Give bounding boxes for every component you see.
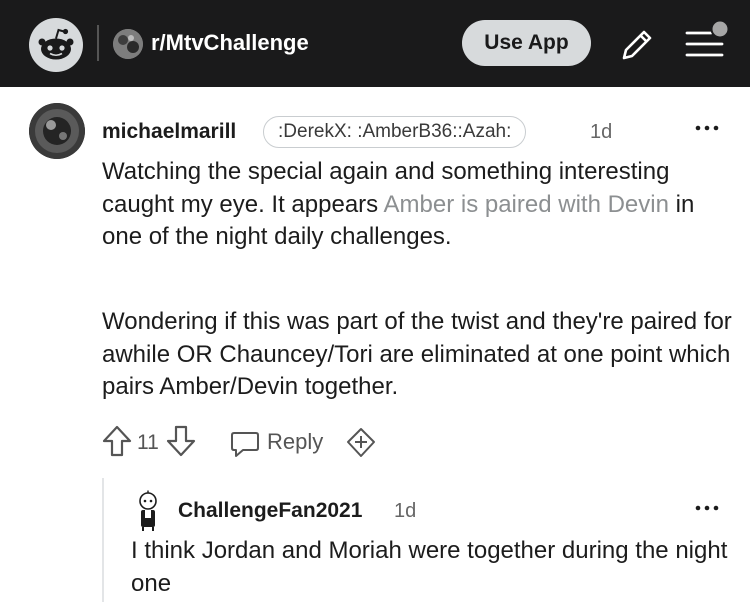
menu-icon[interactable] <box>678 18 734 66</box>
comment-timestamp: 1d <box>590 121 613 143</box>
reply-button[interactable]: Reply <box>267 428 323 456</box>
vote-score: 11 <box>137 431 159 454</box>
downvote-icon[interactable] <box>164 423 198 459</box>
comment-username[interactable]: ChallengeFan2021 <box>178 497 362 525</box>
header-divider <box>97 25 99 61</box>
comment-paragraph: Watching the special again and something… <box>102 156 732 254</box>
pencil-icon[interactable] <box>615 23 659 67</box>
award-icon[interactable] <box>345 426 377 460</box>
comment-username[interactable]: michaelmarill <box>102 118 236 146</box>
more-icon[interactable] <box>693 498 721 518</box>
comment-paragraph: I think Jordan and Moriah were together … <box>131 537 728 597</box>
comment-timestamp: 1d <box>394 500 417 522</box>
subreddit-avatar[interactable] <box>113 29 143 59</box>
comment-paragraph: Wondering if this was part of the twist … <box>102 308 732 400</box>
thread-line[interactable] <box>102 478 104 602</box>
top-bar: r/MtvChallenge Use App <box>0 0 750 87</box>
upvote-icon[interactable] <box>100 423 134 459</box>
reply-icon[interactable] <box>229 428 261 460</box>
user-flair: :DerekX: :AmberB36::Azah: <box>263 116 527 148</box>
avatar[interactable] <box>29 103 85 159</box>
subreddit-name[interactable]: r/MtvChallenge <box>151 29 309 57</box>
use-app-button[interactable]: Use App <box>462 20 591 66</box>
comment-link[interactable]: Amber is paired with Devin <box>384 191 669 218</box>
avatar[interactable] <box>131 490 165 532</box>
more-icon[interactable] <box>693 118 721 138</box>
reddit-logo-icon[interactable] <box>29 18 83 72</box>
